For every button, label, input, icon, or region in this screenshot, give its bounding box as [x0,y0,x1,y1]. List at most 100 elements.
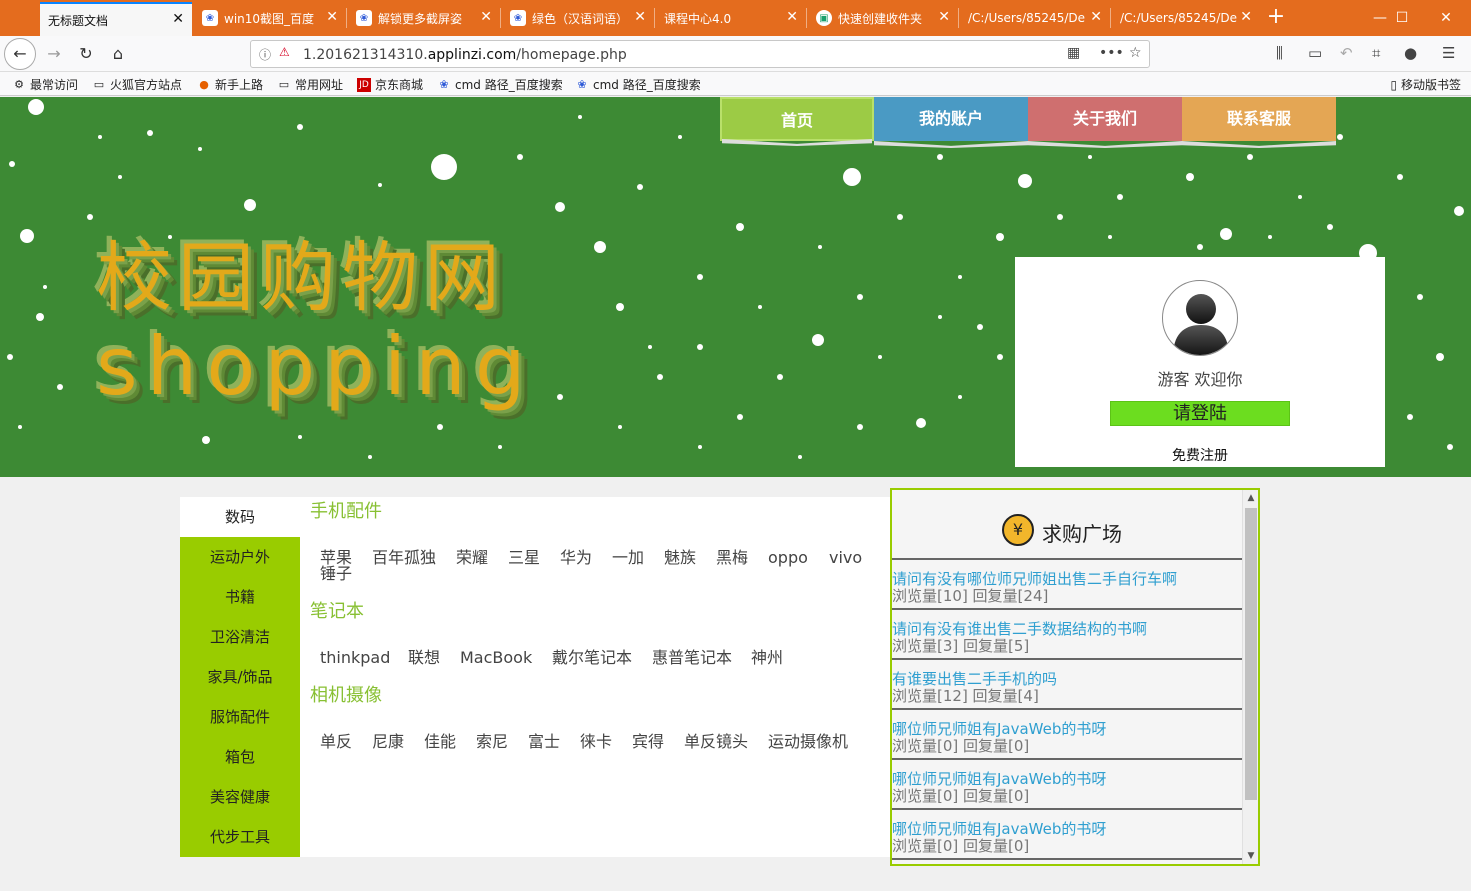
tab-unlock-screenshot[interactable]: ❀ 解锁更多截屏姿 ✕ [348,2,500,34]
list-item: 请问有没有哪位师兄师姐出售二手自行车啊 浏览量[10] 回复量[24] [892,560,1242,610]
tag-link[interactable]: 戴尔笔记本 [552,650,632,666]
bookmark-jd[interactable]: JD 京东商城 [357,76,423,93]
tab-title: 课程中心4.0 [664,11,732,26]
tag-link[interactable]: MacBook [460,650,532,666]
menu-icon[interactable]: ☰ [1442,44,1455,62]
qr-code-icon[interactable]: ▦ [1067,45,1080,61]
tag-link[interactable]: 富士 [528,734,560,750]
bookmark-most-visited[interactable]: ⚙ 最常访问 [12,76,78,93]
address-bar[interactable]: ⓘ ⚠ 1.201621314310.applinzi.com/homepage… [250,40,1150,68]
more-actions-icon[interactable]: ••• [1099,45,1124,61]
register-link[interactable]: 免费注册 [1015,445,1385,465]
nav-about-us[interactable]: 关于我们 [1028,97,1182,141]
tag-link[interactable]: 单反 [320,734,352,750]
category-transport[interactable]: 代步工具 [180,817,300,857]
jd-icon: JD [357,77,371,92]
close-icon[interactable]: ✕ [326,9,338,25]
tag-link[interactable]: 黑梅 [716,550,748,566]
tag-link[interactable]: 徕卡 [580,734,612,750]
home-button[interactable]: ⌂ [104,40,132,68]
category-beauty-health[interactable]: 美容健康 [180,777,300,817]
post-meta: 浏览量[0] 回复量[0] [892,837,1030,855]
close-icon[interactable]: ✕ [634,9,646,25]
library-icon[interactable]: ⫼ [1276,44,1283,62]
chat-icon[interactable]: ● [1404,44,1417,62]
tag-link[interactable]: 宾得 [632,734,664,750]
tag-link[interactable]: vivo [829,550,862,566]
category-furniture-decor[interactable]: 家具/饰品 [180,657,300,697]
tag-link[interactable]: 运动摄像机 [768,734,848,750]
nav-home[interactable]: 首页 [720,97,874,141]
tab-quick-create[interactable]: ▣ 快速创建收件夹 ✕ [808,2,958,34]
tab-local-file-2[interactable]: /C:/Users/85245/De ✕ [1112,2,1260,34]
screenshot-icon[interactable]: ⌗ [1372,44,1380,62]
bookmark-firefox-site[interactable]: ▭ 火狐官方站点 [92,76,182,93]
forward-button[interactable]: → [40,40,68,68]
info-icon[interactable]: ⓘ [259,46,271,63]
board-scrollbar[interactable]: ▲ ▼ [1242,490,1258,864]
tag-link[interactable]: 一加 [612,550,644,566]
avatar [1162,280,1238,356]
tag-link[interactable]: 华为 [560,550,592,566]
new-tab-button[interactable]: + [1262,4,1290,32]
close-icon[interactable]: ✕ [938,9,950,25]
tag-link[interactable]: 单反镜头 [684,734,748,750]
logo-chinese: 校园购物网 [96,233,506,322]
tab-green-word[interactable]: ❀ 绿色（汉语词语） ✕ [502,2,654,34]
category-bath-cleaning[interactable]: 卫浴清洁 [180,617,300,657]
tag-link[interactable]: oppo [768,550,808,566]
category-bags[interactable]: 箱包 [180,737,300,777]
tag-link[interactable]: 尼康 [372,734,404,750]
close-icon[interactable]: ✕ [172,11,184,27]
category-apparel-accessories[interactable]: 服饰配件 [180,697,300,737]
category-sports-outdoor[interactable]: 运动户外 [180,537,300,577]
reload-button[interactable]: ↻ [72,40,100,68]
scroll-down-icon[interactable]: ▼ [1243,848,1258,864]
tab-win10-screenshot[interactable]: ❀ win10截图_百度 ✕ [194,2,346,34]
tab-course-center[interactable]: 课程中心4.0 ✕ [656,2,806,34]
sidebar-icon[interactable]: ▭ [1308,44,1322,62]
bookmark-cmd-2[interactable]: ❀ cmd 路径_百度搜索 [575,76,700,93]
close-icon[interactable]: ✕ [1090,9,1102,25]
tag-link[interactable]: 佳能 [424,734,456,750]
close-icon[interactable]: ✕ [480,9,492,25]
bookmark-cmd-1[interactable]: ❀ cmd 路径_百度搜索 [437,76,562,93]
mobile-bookmarks[interactable]: ▯ 移动版书签 [1391,76,1461,93]
tag-link[interactable]: 联想 [408,650,440,666]
phone-icon: ▯ [1390,78,1398,92]
tab-untitled-document[interactable]: 无标题文档 ✕ [40,2,192,36]
tag-link[interactable]: 百年孤独 [372,550,436,566]
undo-icon[interactable]: ↶ [1340,44,1353,62]
tag-link[interactable]: 索尼 [476,734,508,750]
bookmark-common-sites[interactable]: ▭ 常用网址 [277,76,343,93]
tag-link[interactable]: 惠普笔记本 [652,650,732,666]
tag-link[interactable]: 魅族 [664,550,696,566]
category-books[interactable]: 书籍 [180,577,300,617]
tag-link[interactable]: thinkpad [320,650,390,666]
logo-english: shopping [96,320,535,413]
close-icon[interactable]: ✕ [1240,9,1252,25]
close-window-button[interactable]: ✕ [1426,4,1466,32]
baidu-paw-icon: ❀ [577,77,587,91]
tab-title: 无标题文档 [48,13,109,28]
category-digital[interactable]: 数码 [180,497,300,537]
back-button[interactable]: ← [4,38,36,70]
scrollbar-thumb[interactable] [1245,508,1257,800]
tag-link[interactable]: 锤子 [320,566,352,582]
bookmark-star-icon[interactable]: ☆ [1129,45,1142,61]
login-card: 游客 欢迎你 请登陆 免费注册 [1015,257,1385,467]
tab-local-file-1[interactable]: /C:/Users/85245/De ✕ [960,2,1110,34]
insecure-lock-icon[interactable]: ⚠ [279,45,290,59]
section-title: 手机配件 [310,501,382,522]
close-icon[interactable]: ✕ [786,9,798,25]
scroll-up-icon[interactable]: ▲ [1243,490,1258,506]
tag-link[interactable]: 神州 [751,650,783,666]
tag-link[interactable]: 荣耀 [456,550,488,566]
login-button[interactable]: 请登陆 [1110,401,1290,426]
nav-my-account[interactable]: 我的账户 [874,97,1028,141]
nav-contact-service[interactable]: 联系客服 [1182,97,1336,141]
category-panel: 手机配件 苹果 锤子 百年孤独 荣耀 三星 华为 一加 魅族 黑梅 oppo v… [300,497,890,857]
maximize-button[interactable]: ☐ [1382,4,1422,32]
tag-link[interactable]: 三星 [508,550,540,566]
bookmark-getting-started[interactable]: ● 新手上路 [197,76,263,93]
